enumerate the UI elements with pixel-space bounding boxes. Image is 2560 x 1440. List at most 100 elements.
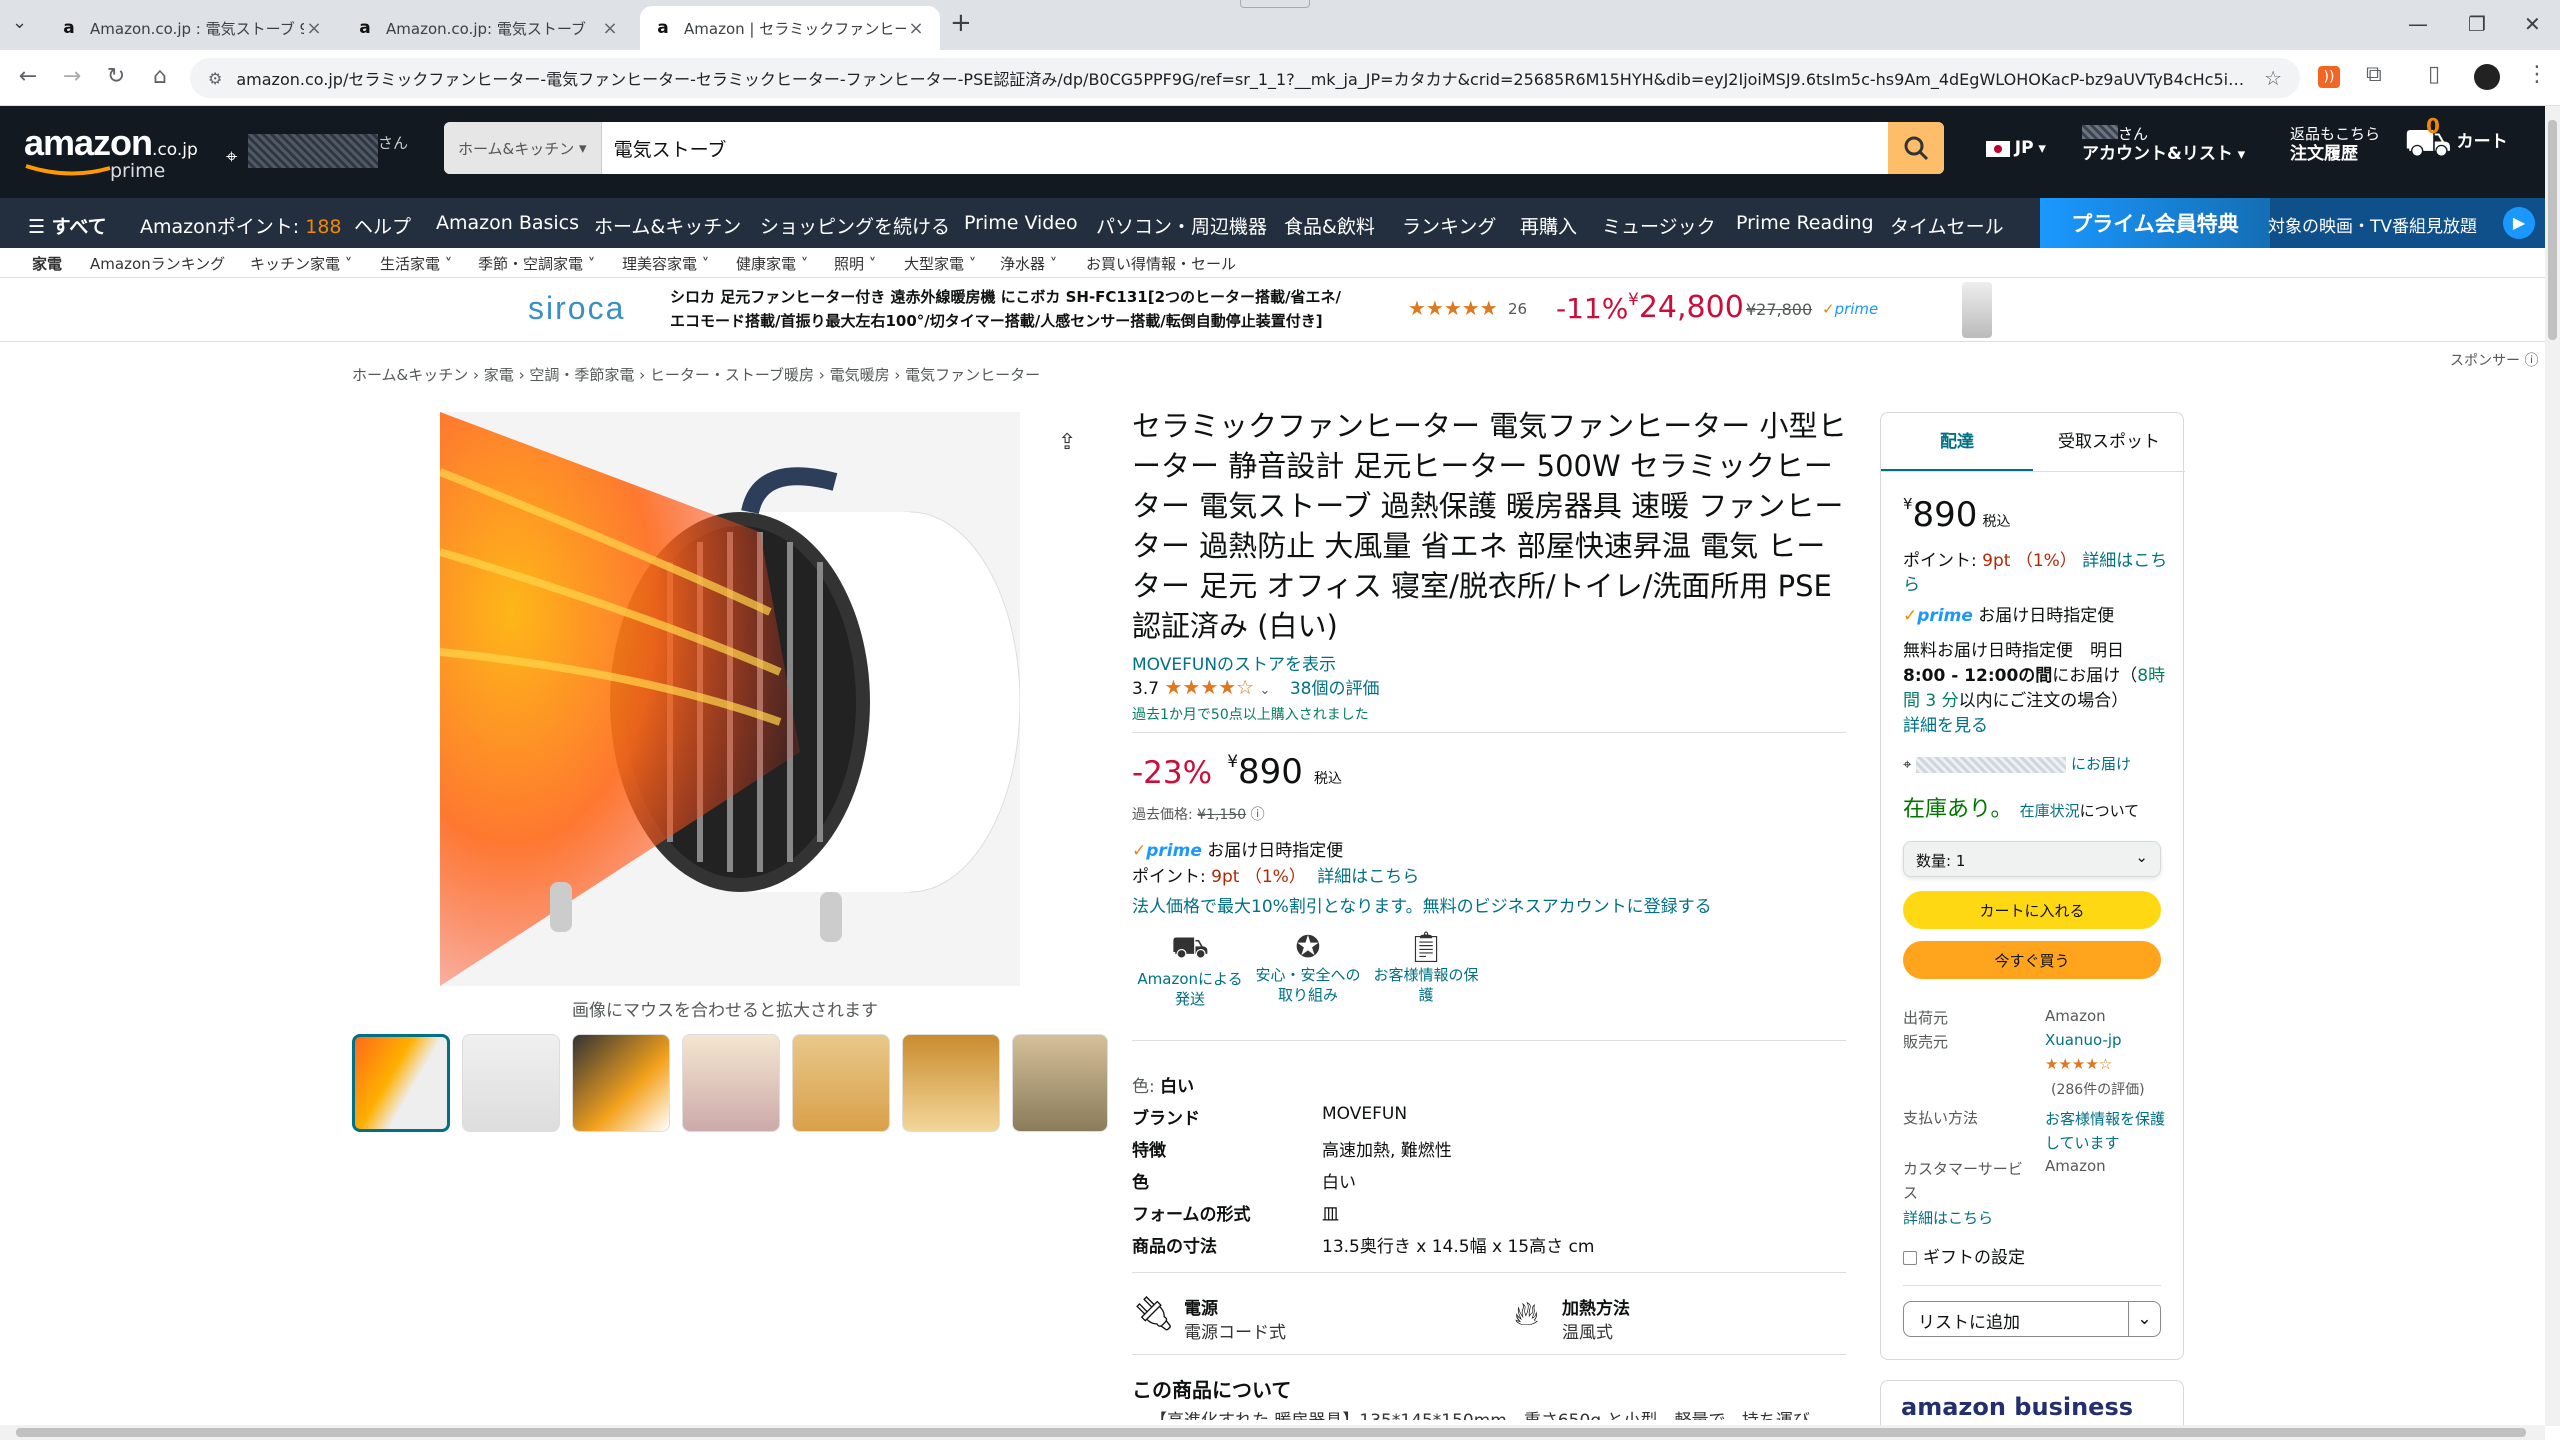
- account-lists-menu[interactable]: さん アカウント&リスト ▾: [2082, 124, 2245, 164]
- more-details-link[interactable]: 詳細はこちら: [1903, 1207, 1993, 1228]
- add-to-list-button[interactable]: リストに追加 ⌄: [1903, 1301, 2161, 1337]
- home-icon[interactable]: ⌂: [146, 64, 174, 89]
- subnav-deals[interactable]: お買い得情報・セール: [1086, 253, 1236, 274]
- store-link[interactable]: MOVEFUNのストアを表示: [1132, 650, 1336, 675]
- search-category-select[interactable]: ホーム&キッチン ▾: [444, 122, 602, 174]
- subnav-health[interactable]: 健康家電 ˅: [736, 253, 808, 274]
- chevron-down-icon[interactable]: ⌄: [1260, 683, 1271, 698]
- breadcrumb-item[interactable]: ホーム&キッチン: [352, 366, 468, 384]
- subnav-large[interactable]: 大型家電 ˅: [904, 253, 976, 274]
- cart-link[interactable]: ⛟ 0 カート: [2404, 116, 2508, 164]
- all-menu-button[interactable]: ☰ すべて: [28, 212, 107, 239]
- subnav-ranking[interactable]: Amazonランキング: [90, 253, 225, 274]
- new-tab-button[interactable]: +: [950, 8, 972, 38]
- breadcrumb-item[interactable]: 電気暖房: [830, 366, 890, 384]
- info-icon[interactable]: ⓘ: [1251, 807, 1265, 823]
- vertical-scrollbar[interactable]: [2545, 106, 2560, 1426]
- stock-link[interactable]: 在庫状況: [2020, 802, 2080, 820]
- feature-shipping[interactable]: ⛟ Amazonによる発送: [1132, 930, 1248, 1009]
- extensions-puzzle-icon[interactable]: ⧉: [2366, 62, 2382, 87]
- breadcrumb-item[interactable]: ヒーター・ストーブ暖房: [650, 366, 814, 384]
- payment-link[interactable]: お客様情報を保護しています: [2045, 1107, 2165, 1155]
- close-tab-icon[interactable]: ×: [906, 18, 926, 39]
- thumbnail[interactable]: [352, 1034, 450, 1132]
- subnav-seasonal[interactable]: 季節・空調家電 ˅: [478, 253, 595, 274]
- gift-option[interactable]: ギフトの設定: [1903, 1243, 2025, 1268]
- forward-icon[interactable]: →: [58, 64, 86, 89]
- search-submit-button[interactable]: [1888, 122, 1944, 174]
- thumbnail[interactable]: [1012, 1034, 1108, 1132]
- deliver-to-address[interactable]: ⌖ さん: [222, 126, 412, 176]
- info-icon[interactable]: ⓘ: [2524, 353, 2538, 369]
- tab-search-button[interactable]: ⌄: [12, 12, 27, 33]
- chevron-down-icon[interactable]: ⌄: [2128, 1302, 2160, 1336]
- search-bar[interactable]: ホーム&キッチン ▾ 電気ストーブ: [444, 122, 1944, 174]
- minimize-icon[interactable]: —: [2408, 12, 2428, 36]
- nav-item-home-kitchen[interactable]: ホーム&キッチン: [594, 212, 741, 239]
- restore-icon[interactable]: ❐: [2468, 12, 2486, 36]
- subnav-home[interactable]: 家電: [32, 253, 62, 274]
- reviews-link[interactable]: 38個の評価: [1290, 679, 1380, 699]
- subnav-beauty[interactable]: 理美容家電 ˅: [622, 253, 709, 274]
- subnav-water[interactable]: 浄水器 ˅: [1000, 253, 1057, 274]
- star-rating[interactable]: ★★★★☆: [1164, 675, 1254, 699]
- points-details-link[interactable]: 詳細はこちら: [1317, 867, 1419, 887]
- reload-icon[interactable]: ↻: [102, 64, 130, 89]
- scrollbar-thumb[interactable]: [16, 1428, 2526, 1437]
- nav-item-ranking[interactable]: ランキング: [1402, 212, 1496, 239]
- nav-item-continue-shopping[interactable]: ショッピングを続ける: [760, 212, 950, 239]
- main-product-image[interactable]: [440, 412, 1020, 986]
- nav-points[interactable]: Amazonポイント: 188: [140, 212, 342, 239]
- thumbnail[interactable]: [682, 1034, 780, 1132]
- share-icon[interactable]: ⇪: [1058, 430, 1076, 455]
- nav-item-prime-video[interactable]: Prime Video: [964, 212, 1078, 234]
- site-settings-icon[interactable]: ⚙: [208, 69, 222, 88]
- scrollbar-thumb[interactable]: [2548, 120, 2557, 340]
- close-window-icon[interactable]: ✕: [2524, 12, 2541, 36]
- subnav-kitchen[interactable]: キッチン家電 ˅: [250, 253, 352, 274]
- add-to-cart-button[interactable]: カートに入れる: [1903, 891, 2161, 929]
- subnav-living[interactable]: 生活家電 ˅: [380, 253, 452, 274]
- seller-link[interactable]: Xuanuo-jp: [2045, 1031, 2122, 1049]
- nav-item-food[interactable]: 食品&飲料: [1284, 212, 1375, 239]
- back-icon[interactable]: ←: [14, 64, 42, 89]
- sponsored-ad-banner[interactable]: siroca シロカ 足元ファンヒーター付き 遠赤外線暖房機 にこボカ SH-F…: [0, 278, 2545, 369]
- close-tab-icon[interactable]: ×: [304, 18, 324, 39]
- breadcrumb-item[interactable]: 家電: [484, 366, 514, 384]
- quantity-select[interactable]: 数量: 1 ⌄: [1903, 841, 2161, 877]
- browser-tab-3-active[interactable]: a Amazon | セラミックファンヒーター 電 ×: [640, 6, 940, 50]
- nav-item-rebuy[interactable]: 再購入: [1520, 212, 1577, 239]
- breadcrumb-item[interactable]: 電気ファンヒーター: [905, 366, 1040, 384]
- nav-item-music[interactable]: ミュージック: [1602, 212, 1716, 239]
- close-tab-icon[interactable]: ×: [600, 18, 620, 39]
- nav-item-timesale[interactable]: タイムセール: [1890, 212, 2004, 239]
- buy-now-button[interactable]: 今すぐ買う: [1903, 941, 2161, 979]
- breadcrumb-item[interactable]: 空調・季節家電: [529, 366, 634, 384]
- business-link[interactable]: 法人価格で最大10%割引となります。無料のビジネスアカウントに登録する: [1132, 892, 1712, 917]
- nav-item-help[interactable]: ヘルプ: [354, 212, 411, 239]
- thumbnail[interactable]: [792, 1034, 890, 1132]
- side-panel-icon[interactable]: ▯: [2428, 62, 2440, 87]
- language-selector[interactable]: JP ▾: [1986, 138, 2046, 158]
- chrome-menu-icon[interactable]: ⋮: [2526, 62, 2548, 87]
- rss-extension-icon[interactable]: )): [2318, 66, 2340, 88]
- nav-item-pc[interactable]: パソコン・周辺機器: [1096, 212, 1267, 239]
- profile-avatar[interactable]: [2474, 64, 2500, 90]
- thumbnail[interactable]: [902, 1034, 1000, 1132]
- address-bar[interactable]: ⚙ amazon.co.jp/セラミックファンヒーター-電気ファンヒーター-セラ…: [190, 58, 2300, 98]
- bookmark-star-icon[interactable]: ☆: [2264, 66, 2282, 90]
- feature-privacy[interactable]: 📋︎ お客様情報の保護: [1368, 930, 1484, 1005]
- thumbnail[interactable]: [462, 1034, 560, 1132]
- delivery-details-link[interactable]: 詳細を見る: [1903, 716, 1988, 736]
- prime-banner[interactable]: プライム会員特典 対象の映画・TV番組見放題 ▶: [2040, 198, 2545, 248]
- gift-checkbox[interactable]: [1903, 1251, 1917, 1265]
- amazon-logo[interactable]: amazon.co.jp prime: [24, 122, 204, 182]
- browser-tab-2[interactable]: a Amazon.co.jp: 電気ストーブ ×: [342, 6, 634, 50]
- tab-delivery[interactable]: 配達: [1881, 427, 2033, 452]
- feature-safety[interactable]: ✪ 安心・安全への取り組み: [1250, 930, 1366, 1005]
- browser-tab-1[interactable]: a Amazon.co.jp : 電気ストーブ 950 ×: [46, 6, 338, 50]
- tab-pickup[interactable]: 受取スポット: [2033, 427, 2185, 452]
- nav-item-amazon-basics[interactable]: Amazon Basics: [436, 212, 579, 234]
- thumbnail[interactable]: [572, 1034, 670, 1132]
- nav-item-prime-reading[interactable]: Prime Reading: [1736, 212, 1874, 234]
